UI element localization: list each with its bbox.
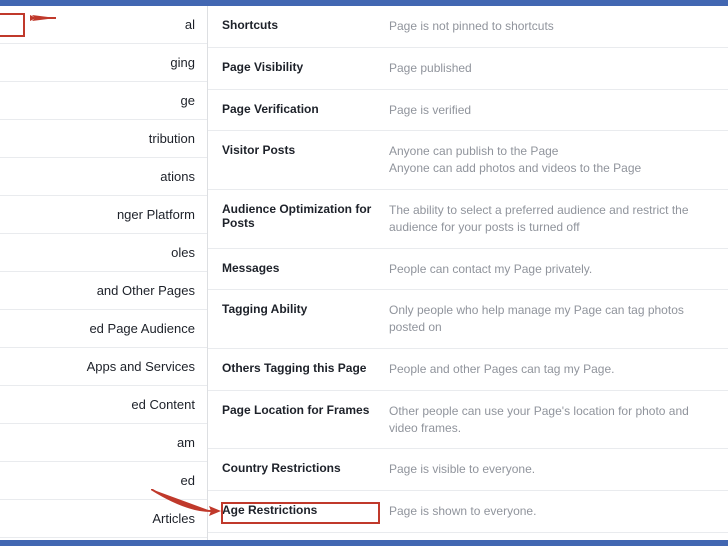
annotation-highlight-similar xyxy=(221,502,380,524)
setting-label: Tagging Ability xyxy=(222,302,389,336)
sidebar-item-instagram[interactable]: am xyxy=(0,424,207,462)
sidebar-item-label: tribution xyxy=(149,131,195,146)
sidebar-item-featured[interactable]: ed xyxy=(0,462,207,500)
sidebar-item-edit-page[interactable]: ge xyxy=(0,82,207,120)
sidebar-item-partner-apps-services[interactable]: Apps and Services xyxy=(0,348,207,386)
sidebar-item-page-roles[interactable]: oles xyxy=(0,234,207,272)
setting-label: Others Tagging this Page xyxy=(222,361,389,378)
setting-row-page-moderation[interactable]: Page Moderation No words are being block… xyxy=(208,533,728,540)
sidebar-item-label: nger Platform xyxy=(117,207,195,222)
sidebar-item-instant-articles[interactable]: Articles xyxy=(0,500,207,538)
setting-row-page-location-frames[interactable]: Page Location for Frames Other people ca… xyxy=(208,391,728,450)
sidebar-item-branded-content[interactable]: ed Content xyxy=(0,386,207,424)
settings-container: al ging ge tribution ations nger Platfor… xyxy=(0,6,728,540)
setting-value: People can contact my Page privately. xyxy=(389,261,714,278)
setting-value: Anyone can publish to the Page Anyone ca… xyxy=(389,143,714,177)
sidebar-item-label: Apps and Services xyxy=(87,359,195,374)
bottom-bar xyxy=(0,540,728,546)
sidebar-item-general[interactable]: al xyxy=(0,6,207,44)
setting-value: Page published xyxy=(389,60,714,77)
sidebar-item-post-attribution[interactable]: tribution xyxy=(0,120,207,158)
sidebar-item-label: ed Page Audience xyxy=(89,321,195,336)
setting-row-others-tagging[interactable]: Others Tagging this Page People and othe… xyxy=(208,349,728,391)
setting-value: Only people who help manage my Page can … xyxy=(389,302,714,336)
setting-row-visitor-posts[interactable]: Visitor Posts Anyone can publish to the … xyxy=(208,131,728,190)
setting-value: Page is verified xyxy=(389,102,714,119)
setting-value: People and other Pages can tag my Page. xyxy=(389,361,714,378)
sidebar-item-label: Articles xyxy=(152,511,195,526)
settings-sidebar: al ging ge tribution ations nger Platfor… xyxy=(0,6,208,540)
sidebar-item-label: ging xyxy=(170,55,195,70)
setting-row-messages[interactable]: Messages People can contact my Page priv… xyxy=(208,249,728,291)
settings-main: Shortcuts Page is not pinned to shortcut… xyxy=(208,6,728,540)
setting-label: Shortcuts xyxy=(222,18,389,35)
sidebar-item-label: am xyxy=(177,435,195,450)
setting-label: Audience Optimization for Posts xyxy=(222,202,389,236)
sidebar-item-label: oles xyxy=(171,245,195,260)
setting-label: Page Visibility xyxy=(222,60,389,77)
setting-row-tagging-ability[interactable]: Tagging Ability Only people who help man… xyxy=(208,290,728,349)
setting-row-page-verification[interactable]: Page Verification Page is verified xyxy=(208,90,728,132)
sidebar-item-preferred-page-audience[interactable]: ed Page Audience xyxy=(0,310,207,348)
setting-row-page-visibility[interactable]: Page Visibility Page published xyxy=(208,48,728,90)
setting-label: Country Restrictions xyxy=(222,461,389,478)
setting-value: The ability to select a preferred audien… xyxy=(389,202,714,236)
sidebar-item-notifications[interactable]: ations xyxy=(0,158,207,196)
setting-row-audience-optimization[interactable]: Audience Optimization for Posts The abil… xyxy=(208,190,728,249)
annotation-highlight-general xyxy=(0,13,25,37)
setting-value: Other people can use your Page's locatio… xyxy=(389,403,714,437)
sidebar-item-people-other-pages[interactable]: and Other Pages xyxy=(0,272,207,310)
sidebar-item-messenger-platform[interactable]: nger Platform xyxy=(0,196,207,234)
sidebar-item-messaging[interactable]: ging xyxy=(0,44,207,82)
setting-label: Page Location for Frames xyxy=(222,403,389,437)
sidebar-item-label: ed xyxy=(181,473,195,488)
sidebar-item-label: and Other Pages xyxy=(97,283,195,298)
setting-value: Page is not pinned to shortcuts xyxy=(389,18,714,35)
sidebar-item-label: ations xyxy=(160,169,195,184)
setting-row-country-restrictions[interactable]: Country Restrictions Page is visible to … xyxy=(208,449,728,491)
setting-value: Page is visible to everyone. xyxy=(389,461,714,478)
setting-label: Messages xyxy=(222,261,389,278)
sidebar-item-label: ge xyxy=(181,93,195,108)
setting-label: Visitor Posts xyxy=(222,143,389,177)
setting-label: Page Verification xyxy=(222,102,389,119)
sidebar-item-label: al xyxy=(185,17,195,32)
sidebar-item-label: ed Content xyxy=(131,397,195,412)
setting-row-shortcuts[interactable]: Shortcuts Page is not pinned to shortcut… xyxy=(208,6,728,48)
setting-value: Page is shown to everyone. xyxy=(389,503,714,520)
